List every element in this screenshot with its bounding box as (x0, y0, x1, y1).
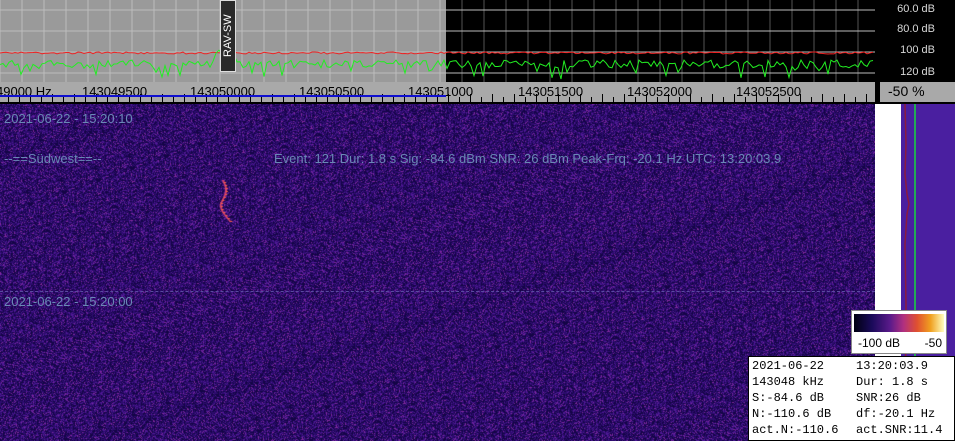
freq-tick (525, 97, 526, 102)
freq-tick (712, 94, 713, 102)
db-label-100: 100 dB (900, 44, 935, 56)
event-info-line: Event: 121 Dur: 1.8 s Sig: -84.6 dBm SNR… (274, 151, 782, 166)
location-label: --==Südwest==-- (4, 151, 102, 166)
freq-tick (723, 97, 724, 102)
freq-tick (602, 94, 603, 102)
freq-tick (767, 97, 768, 102)
info-snr: SNR:26 dB (856, 391, 921, 405)
freq-tick (261, 97, 262, 102)
colorbar-min-label: -100 dB (858, 336, 901, 350)
timestamp-bottom: 2021-06-22 - 15:20:00 (4, 294, 133, 309)
freq-tick (745, 97, 746, 102)
info-time: 13:20:03.9 (856, 359, 929, 373)
freq-tick (701, 97, 702, 102)
freq-tick (327, 97, 328, 102)
db-label-120: 120 dB (900, 66, 935, 78)
freq-tick (855, 97, 856, 102)
freq-tick (217, 97, 218, 102)
timestamp-top: 2021-06-22 - 15:20:10 (4, 111, 133, 126)
info-dur: Dur: 1.8 s (856, 375, 929, 389)
freq-tick (514, 94, 515, 102)
freq-tick (393, 97, 394, 102)
freq-label: 143052000 (627, 84, 693, 99)
info-signal: S:-84.6 dB (752, 391, 825, 405)
passband-indicator (0, 95, 446, 97)
rav-sw-marker[interactable]: RAV-SW (220, 0, 236, 72)
freq-label: 143051500 (518, 84, 584, 99)
freq-tick (195, 97, 196, 102)
level-percent-box[interactable]: -50 % (880, 82, 955, 102)
freq-tick (679, 97, 680, 102)
freq-tick (646, 94, 647, 102)
freq-tick (547, 97, 548, 102)
freq-tick (822, 94, 823, 102)
freq-tick (492, 94, 493, 102)
db-label-80: 80.0 dB (897, 23, 935, 35)
spectrum-plot (0, 0, 875, 82)
freq-tick (305, 97, 306, 102)
freq-tick (668, 94, 669, 102)
freq-tick (19, 97, 20, 102)
freq-tick (448, 94, 449, 102)
freq-tick (415, 97, 416, 102)
freq-tick (580, 94, 581, 102)
freq-tick (613, 97, 614, 102)
frequency-axis[interactable]: 49000 Hz 143049500 143050000 143050500 1… (0, 82, 875, 102)
freq-tick (690, 94, 691, 102)
freq-tick (536, 94, 537, 102)
freq-tick (778, 94, 779, 102)
info-noise: N:-110.6 dB (752, 407, 832, 421)
freq-tick (151, 97, 152, 102)
freq-tick (173, 97, 174, 102)
spectrum-trace (0, 49, 874, 80)
freq-tick (437, 97, 438, 102)
time-divider (0, 291, 875, 292)
freq-tick (85, 97, 86, 102)
level-percent: -50 % (888, 83, 925, 99)
info-df: df:-20.1 Hz (856, 407, 936, 421)
freq-tick (107, 97, 108, 102)
event-info-box: 2021-06-22 13:20:03.9 143048 kHz Dur: 1.… (748, 356, 955, 441)
freq-tick (371, 97, 372, 102)
colorbar-legend: -100 dB -50 (851, 310, 947, 354)
colorbar-max-label: -50 (924, 336, 942, 350)
freq-tick (41, 97, 42, 102)
db-label-60: 60.0 dB (897, 3, 935, 15)
freq-tick (481, 97, 482, 102)
freq-tick (129, 97, 130, 102)
freq-tick (844, 94, 845, 102)
freq-tick (470, 94, 471, 102)
info-date: 2021-06-22 (752, 359, 825, 373)
waterfall-display[interactable]: 2021-06-22 - 15:20:10 --==Südwest==-- Ev… (0, 104, 875, 441)
info-act-snr: act.SNR:11.4 (856, 423, 943, 437)
freq-tick (558, 94, 559, 102)
info-freq: 143048 kHz (752, 375, 825, 389)
freq-tick (63, 97, 64, 102)
info-act-noise: act.N:-110.6 (752, 423, 839, 437)
freq-tick (734, 94, 735, 102)
freq-tick (349, 97, 350, 102)
freq-tick (635, 97, 636, 102)
freq-tick (459, 97, 460, 102)
freq-tick (591, 97, 592, 102)
freq-tick (239, 97, 240, 102)
freq-tick (789, 97, 790, 102)
freq-tick (811, 97, 812, 102)
freq-tick (283, 97, 284, 102)
freq-tick (833, 97, 834, 102)
freq-tick (756, 94, 757, 102)
freq-tick (569, 97, 570, 102)
freq-tick (624, 94, 625, 102)
colorbar-gradient (854, 314, 944, 332)
freq-tick (800, 94, 801, 102)
freq-tick (866, 94, 867, 102)
spectrum-display[interactable]: RAV-SW (0, 0, 875, 82)
freq-tick (657, 97, 658, 102)
freq-tick (503, 97, 504, 102)
